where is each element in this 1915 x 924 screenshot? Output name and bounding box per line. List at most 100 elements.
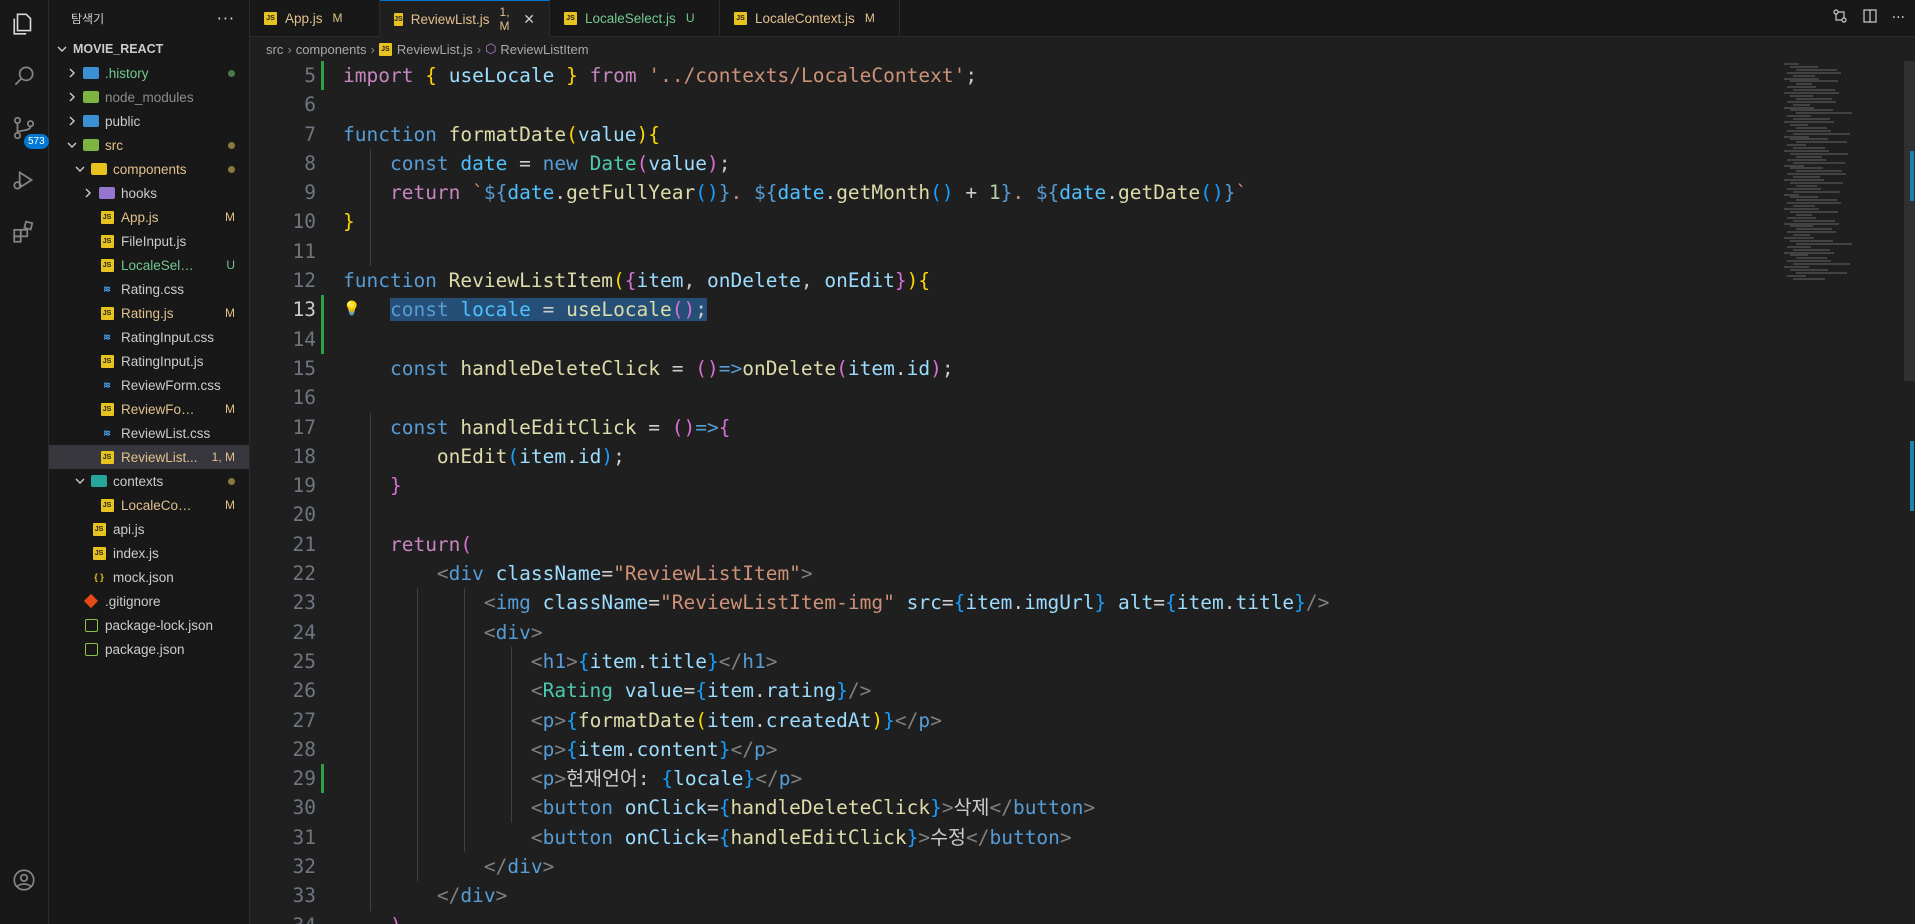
minimap-line <box>1787 115 1811 118</box>
code-text: <h1>{item.title}</h1> <box>530 649 778 673</box>
code-line[interactable]: 9 return `${date.getFullYear()}. ${date.… <box>250 178 1780 207</box>
code-line[interactable]: 34 ) <box>250 911 1780 924</box>
tree-item-label: components <box>113 161 187 177</box>
tree-item[interactable]: contexts <box>49 469 249 493</box>
code-line[interactable]: 24 <div> <box>250 618 1780 647</box>
tree-item[interactable]: JS LocaleSelect.js U <box>49 253 249 277</box>
code-line[interactable]: 19 } <box>250 471 1780 500</box>
more-actions-icon[interactable]: ··· <box>1892 10 1905 26</box>
tree-item[interactable]: package-lock.json <box>49 613 249 637</box>
minimap-line <box>1784 106 1814 109</box>
tree-item[interactable]: src <box>49 133 249 157</box>
extensions-icon[interactable] <box>0 208 48 256</box>
code-line[interactable]: 27 <p>{formatDate(item.createdAt)}</p> <box>250 706 1780 735</box>
code-line[interactable]: 13 const locale = useLocale(); 💡 <box>250 295 1780 325</box>
scrollbar-thumb[interactable] <box>1904 61 1915 381</box>
code-line[interactable]: 31 <button onClick={handleEditClick}>수정<… <box>250 823 1780 852</box>
tree-item[interactable]: ≋ ReviewForm.css <box>49 373 249 397</box>
line-number: 20 <box>292 503 316 527</box>
line-number: 24 <box>292 620 316 644</box>
tree-item[interactable]: .gitignore <box>49 589 249 613</box>
code-line[interactable]: 5 import { useLocale } from '../contexts/… <box>250 61 1780 91</box>
search-icon[interactable] <box>0 52 48 100</box>
tree-item[interactable]: JS api.js <box>49 517 249 541</box>
editor-tab[interactable]: JS App.js M <box>250 0 380 36</box>
more-actions-icon[interactable]: ··· <box>217 9 235 28</box>
code-line[interactable]: 28 <p>{item.content}</p> <box>250 735 1780 764</box>
code-text: function formatDate(value){ <box>343 122 661 146</box>
tab-label: App.js <box>285 10 323 26</box>
editor-scrollbar[interactable] <box>1904 61 1915 924</box>
code-line[interactable]: 30 <button onClick={handleDeleteClick}>삭… <box>250 793 1780 822</box>
account-icon[interactable] <box>0 856 48 904</box>
tree-item[interactable]: JS App.js M <box>49 205 249 229</box>
tree-item[interactable]: node_modules <box>49 85 249 109</box>
tree-item[interactable]: ≋ ReviewList.css <box>49 421 249 445</box>
breadcrumb-item-src[interactable]: src <box>266 42 283 57</box>
code-line[interactable]: 11 <box>250 237 1780 266</box>
code-line[interactable]: 12 function ReviewListItem({item, onDelet… <box>250 266 1780 295</box>
code-line[interactable]: 18 onEdit(item.id); <box>250 442 1780 471</box>
code-editor[interactable]: 5 import { useLocale } from '../contexts/… <box>250 61 1780 924</box>
tree-item[interactable]: JS Rating.js M <box>49 301 249 325</box>
minimap-line <box>1790 167 1823 170</box>
tree-item[interactable]: .history <box>49 61 249 85</box>
code-line[interactable]: 15 const handleDeleteClick = ()=>onDelet… <box>250 354 1780 383</box>
tree-item-label: .history <box>105 65 149 81</box>
breadcrumb-item-components[interactable]: components <box>296 42 367 57</box>
git-status-badge: M <box>225 210 235 224</box>
code-line[interactable]: 16 <box>250 383 1780 412</box>
code-line[interactable]: 8 const date = new Date(value); <box>250 149 1780 178</box>
project-root[interactable]: MOVIE_REACT <box>49 37 249 61</box>
tree-item[interactable]: hooks <box>49 181 249 205</box>
code-line[interactable]: 29 <p>현재언어: {locale}</p> <box>250 764 1780 794</box>
code-line[interactable]: 10} <box>250 207 1780 236</box>
minimap-line <box>1796 228 1832 231</box>
minimap-line <box>1790 80 1838 83</box>
folder-icon <box>91 473 107 489</box>
split-editor-icon[interactable] <box>1862 8 1878 28</box>
tree-item[interactable]: JS LocaleConte... M <box>49 493 249 517</box>
breadcrumb-item-symbol[interactable]: ReviewListItem <box>500 42 588 57</box>
compare-changes-icon[interactable] <box>1832 8 1848 28</box>
code-line[interactable]: 7 function formatDate(value){ <box>250 120 1780 149</box>
tree-item[interactable]: components <box>49 157 249 181</box>
code-line[interactable]: 25 <h1>{item.title}</h1> <box>250 647 1780 676</box>
tree-item[interactable]: ≋ Rating.css <box>49 277 249 301</box>
tree-item[interactable]: JS RatingInput.js <box>49 349 249 373</box>
code-line[interactable]: 33 </div> <box>250 881 1780 910</box>
breadcrumb-item-file[interactable]: ReviewList.js <box>397 42 473 57</box>
code-text: <Rating value={item.rating}/> <box>530 679 872 703</box>
code-line[interactable]: 23 <img className="ReviewListItem-img" s… <box>250 588 1780 617</box>
editor-tab[interactable]: JS ReviewList.js 1, M ✕ <box>380 0 550 37</box>
explorer-icon[interactable] <box>0 0 48 48</box>
git-status-badge: M <box>225 498 235 512</box>
tree-item[interactable]: { } mock.json <box>49 565 249 589</box>
code-line[interactable]: 22 <div className="ReviewListItem"> <box>250 559 1780 588</box>
line-number: 22 <box>292 562 316 586</box>
code-line[interactable]: 14 <box>250 324 1780 354</box>
code-line[interactable]: 6 <box>250 90 1780 119</box>
tree-item[interactable]: JS ReviewList... 1, M <box>49 445 249 469</box>
close-icon[interactable]: ✕ <box>523 11 535 28</box>
editor-tab[interactable]: JS LocaleContext.js M <box>720 0 900 36</box>
tree-item[interactable]: public <box>49 109 249 133</box>
minimap[interactable] <box>1780 61 1900 924</box>
code-line[interactable]: 26 <Rating value={item.rating}/> <box>250 676 1780 705</box>
lightbulb-icon[interactable]: 💡 <box>343 295 360 324</box>
tree-item[interactable]: JS index.js <box>49 541 249 565</box>
tree-item[interactable]: JS FileInput.js <box>49 229 249 253</box>
code-line[interactable]: 20 <box>250 500 1780 529</box>
tree-item[interactable]: package.json <box>49 637 249 661</box>
tree-item[interactable]: JS ReviewForm... M <box>49 397 249 421</box>
git-status-dot <box>199 66 249 80</box>
code-line[interactable]: 32 </div> <box>250 852 1780 881</box>
run-debug-icon[interactable] <box>0 156 48 204</box>
tree-item[interactable]: ≋ RatingInput.css <box>49 325 249 349</box>
editor-tab[interactable]: JS LocaleSelect.js U <box>550 0 720 36</box>
minimap-line <box>1787 245 1811 248</box>
code-text: } <box>343 210 355 234</box>
code-line[interactable]: 21 return( <box>250 530 1780 559</box>
code-line[interactable]: 17 const handleEditClick = ()=>{ <box>250 413 1780 442</box>
source-control-icon[interactable]: 573 <box>0 104 49 152</box>
